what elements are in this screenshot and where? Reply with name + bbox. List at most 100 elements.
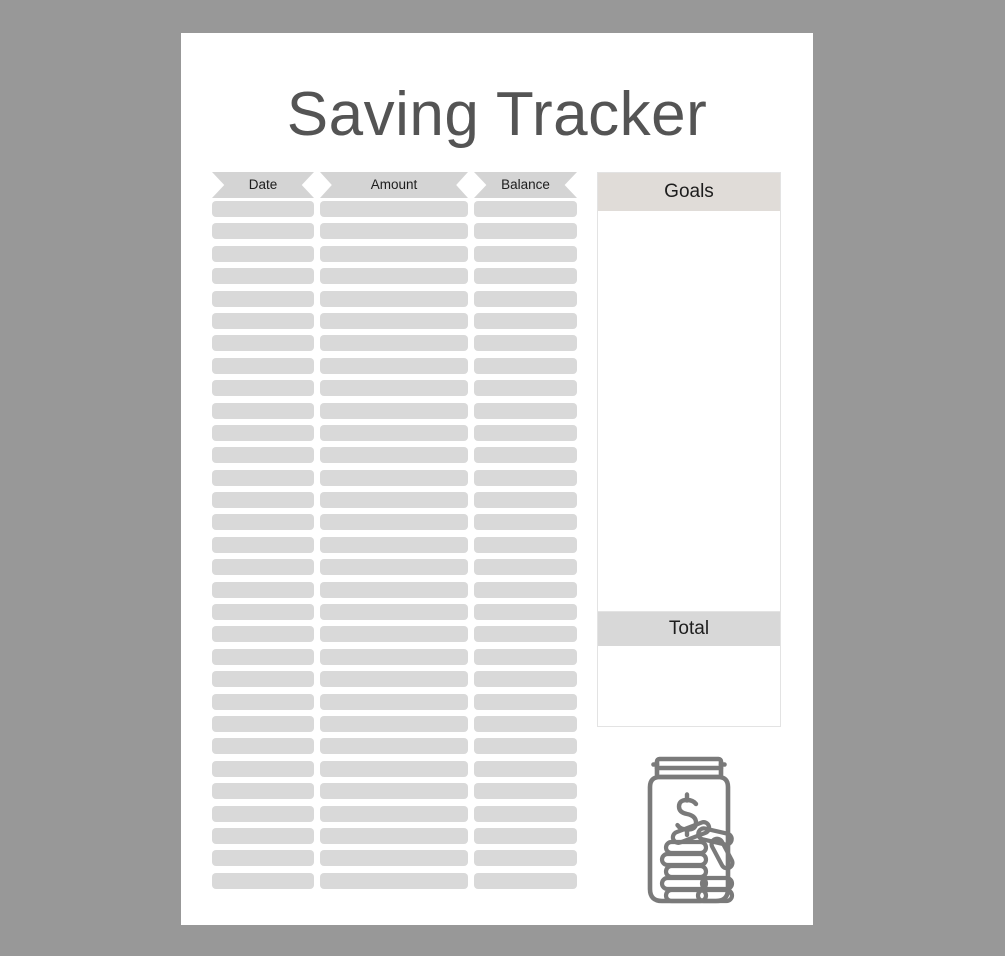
table-row-cell[interactable]: [320, 335, 468, 352]
table-row-cell[interactable]: [212, 693, 314, 710]
table-row-cell[interactable]: [474, 312, 577, 329]
money-jar-icon: [636, 755, 742, 907]
table-row-cell[interactable]: [320, 805, 468, 822]
table-row-cell[interactable]: [212, 201, 314, 217]
table-row-cell[interactable]: [474, 447, 577, 464]
table-row-cell[interactable]: [320, 514, 468, 531]
table-row-cell[interactable]: [320, 559, 468, 576]
table-row-cell[interactable]: [320, 693, 468, 710]
table-row-cell[interactable]: [212, 469, 314, 486]
table-row-cell[interactable]: [212, 626, 314, 643]
table-row-cell[interactable]: [320, 604, 468, 621]
table-row-cell[interactable]: [474, 626, 577, 643]
table-row-cell[interactable]: [212, 760, 314, 777]
table-row-cell[interactable]: [320, 424, 468, 441]
table-row-cell[interactable]: [320, 783, 468, 800]
table-row-cell[interactable]: [212, 447, 314, 464]
table-row-cell[interactable]: [212, 805, 314, 822]
table-row-cell[interactable]: [474, 223, 577, 240]
total-writing-area[interactable]: [598, 646, 780, 726]
table-row-cell[interactable]: [212, 492, 314, 509]
table-row-cell[interactable]: [474, 201, 577, 217]
table-row-cell[interactable]: [474, 604, 577, 621]
table-row-cell[interactable]: [320, 626, 468, 643]
table-row-cell[interactable]: [474, 402, 577, 419]
table-row-cell[interactable]: [474, 648, 577, 665]
table-row-cell[interactable]: [320, 268, 468, 285]
table-row-cell[interactable]: [320, 648, 468, 665]
table-row-cell[interactable]: [320, 536, 468, 553]
table-row-cell[interactable]: [320, 671, 468, 688]
table-row-cell[interactable]: [474, 357, 577, 374]
table-row-cell[interactable]: [320, 760, 468, 777]
table-row-cell[interactable]: [474, 872, 577, 889]
page-sheet: Saving Tracker Date Amount Balance Goals: [181, 33, 813, 925]
table-row-cell[interactable]: [320, 402, 468, 419]
table-row-cell[interactable]: [212, 245, 314, 262]
table-row-cell[interactable]: [212, 581, 314, 598]
table-row-cell[interactable]: [474, 424, 577, 441]
table-row-cell[interactable]: [474, 469, 577, 486]
table-row-cell[interactable]: [212, 335, 314, 352]
table-row-cell[interactable]: [212, 536, 314, 553]
table-row-cell[interactable]: [212, 850, 314, 867]
table-row-cell[interactable]: [212, 223, 314, 240]
table-row-cell[interactable]: [212, 827, 314, 844]
table-row-cell[interactable]: [320, 492, 468, 509]
table-row-cell[interactable]: [212, 715, 314, 732]
table-row-cell[interactable]: [212, 604, 314, 621]
table-row-cell[interactable]: [212, 402, 314, 419]
table-row-cell[interactable]: [320, 290, 468, 307]
table-row-cell[interactable]: [212, 671, 314, 688]
table-row-cell[interactable]: [320, 850, 468, 867]
table-row-cell[interactable]: [320, 312, 468, 329]
table-row-cell[interactable]: [212, 357, 314, 374]
table-row-cell[interactable]: [474, 850, 577, 867]
table-row-cell[interactable]: [474, 715, 577, 732]
table-row-cell[interactable]: [474, 581, 577, 598]
table-row-cell[interactable]: [212, 290, 314, 307]
table-row-cell[interactable]: [212, 648, 314, 665]
table-row-cell[interactable]: [212, 268, 314, 285]
table-row-cell[interactable]: [320, 581, 468, 598]
table-row-cell[interactable]: [320, 738, 468, 755]
table-row-cell[interactable]: [320, 380, 468, 397]
table-row-cell[interactable]: [474, 805, 577, 822]
table-row-cell[interactable]: [320, 223, 468, 240]
table-row-cell[interactable]: [320, 469, 468, 486]
table-row-cell[interactable]: [212, 380, 314, 397]
table-row-cell[interactable]: [320, 447, 468, 464]
table-row-cell[interactable]: [320, 357, 468, 374]
table-row-cell[interactable]: [212, 738, 314, 755]
table-row-cell[interactable]: [212, 872, 314, 889]
table-row-cell[interactable]: [474, 760, 577, 777]
table-row-cell[interactable]: [474, 514, 577, 531]
table-row-cell[interactable]: [212, 424, 314, 441]
table-row-cell[interactable]: [320, 245, 468, 262]
table-row-cell[interactable]: [474, 738, 577, 755]
table-row-cell[interactable]: [212, 559, 314, 576]
table-row-cell[interactable]: [474, 492, 577, 509]
table-row-cell[interactable]: [212, 312, 314, 329]
table-row-cell[interactable]: [474, 290, 577, 307]
table-row-cell[interactable]: [212, 514, 314, 531]
table-row-cell[interactable]: [320, 201, 468, 217]
table-row-cell[interactable]: [212, 783, 314, 800]
column-header-amount-label: Amount: [370, 177, 418, 192]
table-row-cell[interactable]: [474, 671, 577, 688]
goals-writing-area[interactable]: [598, 211, 780, 620]
table-row-cell[interactable]: [474, 827, 577, 844]
table-row-cell[interactable]: [320, 827, 468, 844]
total-header-label: Total: [668, 618, 710, 639]
table-row-cell[interactable]: [474, 693, 577, 710]
table-row-cell[interactable]: [474, 559, 577, 576]
table-row-cell[interactable]: [474, 335, 577, 352]
table-row-cell[interactable]: [474, 245, 577, 262]
table-row-cell[interactable]: [474, 380, 577, 397]
table-row-cell[interactable]: [474, 783, 577, 800]
table-row-cell[interactable]: [320, 715, 468, 732]
table-cells-amount: [320, 201, 468, 895]
table-row-cell[interactable]: [320, 872, 468, 889]
table-row-cell[interactable]: [474, 268, 577, 285]
table-row-cell[interactable]: [474, 536, 577, 553]
